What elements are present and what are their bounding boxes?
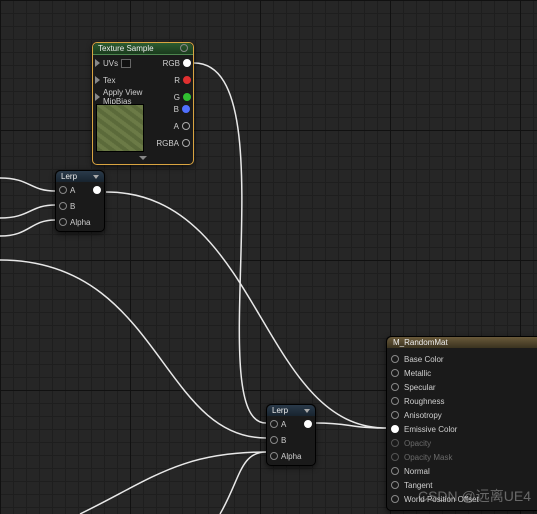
output-pin[interactable] [93,185,101,195]
pin-label: Base Color [404,355,444,364]
pin-label: Normal [404,467,430,476]
title-text: Lerp [272,406,288,415]
pin-icon [95,93,100,101]
input-pin-tex[interactable]: Tex [95,75,163,85]
pin-icon [59,218,67,226]
pin-icon [391,383,399,391]
pin-icon [391,425,399,433]
result-pin-opacity-mask: Opacity Mask [391,450,537,464]
pin-icon [59,202,67,210]
result-pin-tangent[interactable]: Tangent [391,478,537,492]
pin-label: Roughness [404,397,444,406]
uv-default-box[interactable] [121,59,131,68]
result-pin-base-color[interactable]: Base Color [391,352,537,366]
pin-label: G [174,93,180,102]
lerp-node-2[interactable]: Lerp A B Alpha [266,404,316,466]
node-title[interactable]: Texture Sample [93,43,193,55]
output-pin[interactable] [304,419,312,429]
output-pin-g[interactable]: G [174,92,191,102]
pin-label: B [281,436,286,445]
node-title[interactable]: M_RandomMat [387,337,537,348]
input-pin-mip[interactable]: Apply View MipBias [95,92,163,102]
pin-icon [270,452,278,460]
result-pin-roughness[interactable]: Roughness [391,394,537,408]
pin-icon [391,369,399,377]
chevron-down-icon[interactable] [138,156,148,162]
chevron-down-icon[interactable] [93,175,99,179]
pin-icon [183,93,191,101]
lerp-node-1[interactable]: Lerp A B Alpha [55,170,105,232]
pin-label: RGB [163,59,180,68]
pin-icon [270,436,278,444]
pin-icon [391,355,399,363]
result-pin-emissive-color[interactable]: Emissive Color [391,422,537,436]
result-pin-opacity: Opacity [391,436,537,450]
pin-label: A [174,122,179,131]
output-pin-rgba[interactable]: RGBA [156,138,190,148]
pin-icon [391,495,399,503]
pin-label: R [174,76,180,85]
node-title[interactable]: Lerp [56,171,104,182]
pin-icon [270,420,278,428]
pin-label: A [281,420,286,429]
pin-icon [183,76,191,84]
node-title[interactable]: Lerp [267,405,315,416]
pin-label: Opacity Mask [404,453,452,462]
input-pin-a[interactable]: A [59,185,90,195]
pin-icon [391,453,399,461]
output-pin-a[interactable]: A [174,121,190,131]
texture-sample-node[interactable]: Texture Sample UVs Tex Apply View MipBia… [92,42,194,165]
pin-label: Metallic [404,369,431,378]
pin-icon [95,59,100,67]
pin-label: Alpha [281,452,301,461]
pin-icon [182,122,190,130]
input-pin-alpha[interactable]: Alpha [270,451,301,461]
input-pin-b[interactable]: B [59,201,90,211]
input-pin-alpha[interactable]: Alpha [59,217,90,227]
pin-label: Anisotropy [404,411,442,420]
pin-icon [391,411,399,419]
chevron-down-icon[interactable] [304,409,310,413]
pin-icon [59,186,67,194]
pin-label: B [174,105,179,114]
pin-icon [391,397,399,405]
pin-label: Tangent [404,481,432,490]
pin-icon [183,59,191,67]
pin-label: B [70,202,75,211]
title-text: Lerp [61,172,77,181]
output-pin-rgb[interactable]: RGB [163,58,191,68]
output-pin-b[interactable]: B [174,104,190,114]
pin-label: World Position Offset [404,495,479,504]
pin-icon [391,481,399,489]
pin-icon [391,467,399,475]
pin-icon [182,105,190,113]
pin-label: Opacity [404,439,431,448]
pin-icon [182,139,190,147]
pin-label: Specular [404,383,436,392]
result-pin-normal[interactable]: Normal [391,464,537,478]
pin-label: Tex [103,76,115,85]
minimize-icon[interactable] [180,44,188,52]
input-pin-uvs[interactable]: UVs [95,58,163,68]
pin-label: Alpha [70,218,90,227]
result-pin-world-position-offset[interactable]: World Position Offset [391,492,537,506]
pin-label: RGBA [156,139,179,148]
pin-label: A [70,186,75,195]
pin-icon [95,76,100,84]
pin-icon [304,420,312,428]
output-pin-r[interactable]: R [174,75,191,85]
title-text: Texture Sample [98,44,154,53]
texture-preview[interactable] [96,104,144,152]
pin-label: UVs [103,59,118,68]
material-result-node[interactable]: M_RandomMat Base Color Metallic Specular Ro… [386,336,537,511]
pin-icon [391,439,399,447]
result-pin-anisotropy[interactable]: Anisotropy [391,408,537,422]
result-pin-specular[interactable]: Specular [391,380,537,394]
pin-label: Emissive Color [404,425,457,434]
title-text: M_RandomMat [393,338,448,347]
result-pin-metallic[interactable]: Metallic [391,366,537,380]
input-pin-a[interactable]: A [270,419,301,429]
pin-icon [93,186,101,194]
input-pin-b[interactable]: B [270,435,301,445]
